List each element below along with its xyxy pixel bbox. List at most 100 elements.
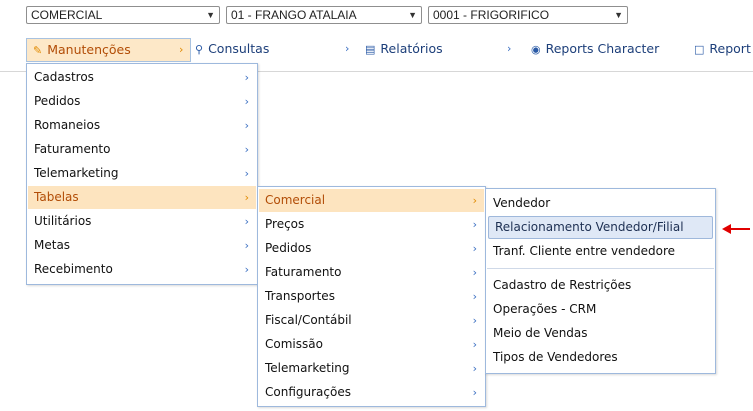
menu-item-label: Faturamento <box>34 142 111 156</box>
menu-item-label: Cadastro de Restrições <box>493 278 632 292</box>
menu-item-utilitarios[interactable]: Utilitários › <box>28 210 256 233</box>
chevron-right-icon: › <box>507 42 512 55</box>
menu-item-label: Metas <box>34 238 71 252</box>
menu-item-label: Recebimento <box>34 262 113 276</box>
menu-item-label: Comissão <box>265 337 323 351</box>
search-icon: ⚲ <box>195 43 204 56</box>
chevron-right-icon: › <box>472 362 477 375</box>
menu-item-telemarketing[interactable]: Telemarketing › <box>259 357 484 380</box>
wrench-icon: ✎ <box>33 44 43 57</box>
menu-separator <box>487 268 714 269</box>
menu-item-label: Telemarketing <box>34 166 119 180</box>
menu-item-recebimento[interactable]: Recebimento › <box>28 258 256 281</box>
chevron-right-icon: › <box>179 43 184 56</box>
menu-item-label: Transportes <box>265 289 335 303</box>
menu-item-label: Meio de Vendas <box>493 326 588 340</box>
chevron-right-icon: › <box>244 143 249 156</box>
menu-item-metas[interactable]: Metas › <box>28 234 256 257</box>
chevron-right-icon: › <box>472 194 477 207</box>
menu-item-label: Fiscal/Contábil <box>265 313 352 327</box>
chevron-right-icon: › <box>472 218 477 231</box>
chevron-right-icon: › <box>472 242 477 255</box>
menu-relatorios-label: Relatórios <box>380 41 443 56</box>
menu-item-label: Faturamento <box>265 265 342 279</box>
company-select-value: COMERCIAL <box>31 8 103 22</box>
chevron-right-icon: › <box>472 338 477 351</box>
menu-consultas[interactable]: ⚲ Consultas › <box>195 38 355 62</box>
menu-item-label: Tabelas <box>34 190 79 204</box>
chevron-right-icon: › <box>345 42 350 55</box>
menu-item-precos[interactable]: Preços › <box>259 213 484 236</box>
menu-item-label: Comercial <box>265 193 326 207</box>
chevron-right-icon: › <box>472 290 477 303</box>
menu-item-meio-de-vendas[interactable]: Meio de Vendas <box>487 322 714 345</box>
menu-item-transportes[interactable]: Transportes › <box>259 285 484 308</box>
menu-item-comercial[interactable]: Comercial › <box>259 189 484 212</box>
menu-item-faturamento[interactable]: Faturamento › <box>28 138 256 161</box>
menu-item-configuracoes[interactable]: Configurações › <box>259 381 484 404</box>
chevron-right-icon: › <box>244 263 249 276</box>
unit-select-value: 0001 - FRIGORIFICO <box>433 8 550 22</box>
reports-character-icon: ◉ <box>531 43 541 56</box>
branch-select[interactable]: 01 - FRANGO ATALAIA ▼ <box>226 6 422 24</box>
menu-item-pedidos[interactable]: Pedidos › <box>259 237 484 260</box>
menu-item-tipos-de-vendedores[interactable]: Tipos de Vendedores <box>487 346 714 369</box>
chevron-right-icon: › <box>244 191 249 204</box>
menu-item-label: Tranf. Cliente entre vendedore <box>493 244 676 258</box>
chevron-down-icon: ▼ <box>408 10 417 20</box>
chevron-right-icon: › <box>472 314 477 327</box>
menu-item-label: Tipos de Vendedores <box>493 350 618 364</box>
comercial-dropdown: Vendedor Relacionamento Vendedor/Filial … <box>485 188 716 374</box>
menu-item-label: Preços <box>265 217 305 231</box>
menu-item-label: Pedidos <box>34 94 81 108</box>
menu-item-pedidos[interactable]: Pedidos › <box>28 90 256 113</box>
tabelas-dropdown: Comercial › Preços › Pedidos › Faturamento ›… <box>257 186 486 407</box>
chevron-right-icon: › <box>244 215 249 228</box>
menu-report-label: Report <box>709 41 751 56</box>
main-menubar: ✎ Manutenções › ⚲ Consultas › ▤ Relatórios … <box>0 38 753 62</box>
menu-relatorios[interactable]: ▤ Relatórios › <box>365 38 515 62</box>
menu-item-label: Romaneios <box>34 118 101 132</box>
manutencoes-dropdown: Cadastros › Pedidos › Romaneios › Faturamen… <box>26 63 258 285</box>
chevron-right-icon: › <box>244 239 249 252</box>
chevron-right-icon: › <box>472 386 477 399</box>
menu-reports-character-label: Reports Character <box>545 41 660 56</box>
chevron-right-icon: › <box>472 266 477 279</box>
menu-report[interactable]: □ Report <box>694 38 753 62</box>
chevron-down-icon: ▼ <box>614 10 623 20</box>
menu-item-label: Utilitários <box>34 214 92 228</box>
menu-item-label: Vendedor <box>493 196 551 210</box>
menu-item-tabelas[interactable]: Tabelas › <box>28 186 256 209</box>
menu-item-romaneios[interactable]: Romaneios › <box>28 114 256 137</box>
branch-select-value: 01 - FRANGO ATALAIA <box>231 8 357 22</box>
chevron-right-icon: › <box>244 71 249 84</box>
menu-consultas-label: Consultas <box>208 41 270 56</box>
menu-item-cadastros[interactable]: Cadastros › <box>28 66 256 89</box>
menu-manutencoes[interactable]: ✎ Manutenções › <box>26 38 191 62</box>
menu-item-label: Configurações <box>265 385 351 399</box>
unit-select[interactable]: 0001 - FRIGORIFICO ▼ <box>428 6 628 24</box>
menu-reports-character[interactable]: ◉ Reports Character <box>531 38 681 62</box>
chevron-right-icon: › <box>244 119 249 132</box>
menu-item-comissao[interactable]: Comissão › <box>259 333 484 356</box>
chevron-right-icon: › <box>244 95 249 108</box>
menu-item-label: Pedidos <box>265 241 312 255</box>
menu-item-label: Cadastros <box>34 70 94 84</box>
menu-item-telemarketing[interactable]: Telemarketing › <box>28 162 256 185</box>
chevron-down-icon: ▼ <box>206 10 215 20</box>
menu-item-faturamento[interactable]: Faturamento › <box>259 261 484 284</box>
report-icon: ▤ <box>365 43 376 56</box>
menu-item-cadastro-de-restricoes[interactable]: Cadastro de Restrições <box>487 274 714 297</box>
menu-item-relacionamento-vendedor-filial[interactable]: Relacionamento Vendedor/Filial <box>488 216 713 239</box>
menu-item-label: Telemarketing <box>265 361 350 375</box>
menu-item-tranf-cliente-entre-vendedore[interactable]: Tranf. Cliente entre vendedore <box>487 240 714 263</box>
menu-item-label: Relacionamento Vendedor/Filial <box>495 220 684 234</box>
annotation-arrow-line <box>729 228 750 230</box>
menu-manutencoes-label: Manutenções <box>47 42 131 57</box>
menu-item-label: Operações - CRM <box>493 302 597 316</box>
menu-item-vendedor[interactable]: Vendedor <box>487 192 714 215</box>
document-icon: □ <box>694 43 705 56</box>
menu-item-operacoes-crm[interactable]: Operações - CRM <box>487 298 714 321</box>
company-select[interactable]: COMERCIAL ▼ <box>26 6 220 24</box>
menu-item-fiscal-contabil[interactable]: Fiscal/Contábil › <box>259 309 484 332</box>
